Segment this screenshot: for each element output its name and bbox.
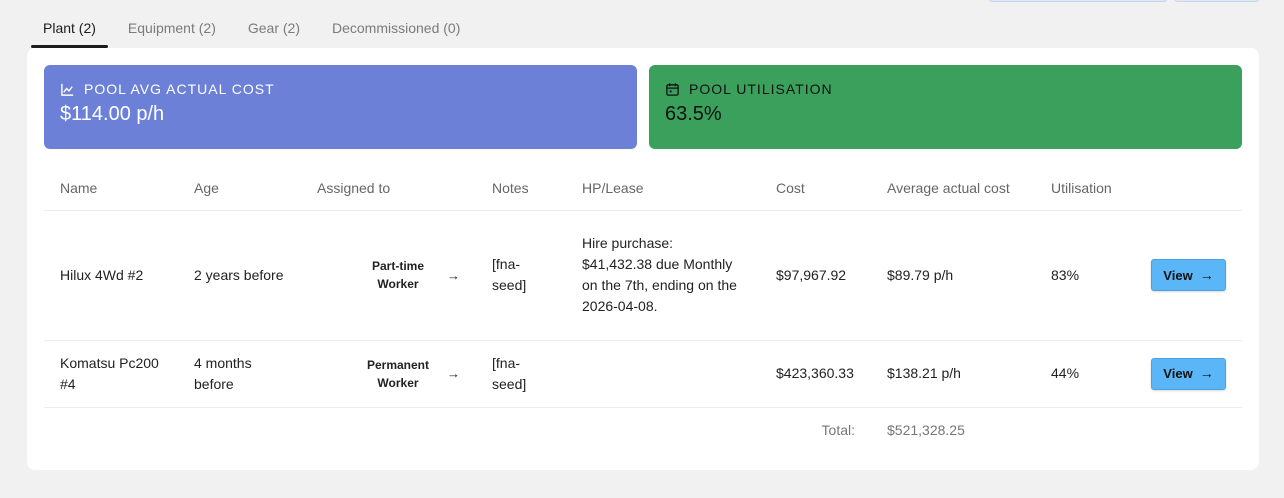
tab-equipment[interactable]: Equipment (2)	[116, 12, 228, 48]
arrow-right-icon: →	[447, 366, 460, 381]
cell-name: Komatsu Pc200 #4	[44, 340, 178, 408]
view-button[interactable]: View →	[1151, 259, 1226, 291]
cell-notes: [fna-seed]	[476, 210, 566, 341]
calendar-icon	[666, 82, 679, 96]
cell-name: Hilux 4Wd #2	[44, 210, 178, 341]
header-notes: Notes	[476, 166, 566, 211]
header-actions	[1135, 166, 1242, 211]
pool-utilisation-value: 63.5%	[665, 103, 722, 125]
table-row: Komatsu Pc200 #4 4 months before Permane…	[44, 340, 1242, 408]
tab-gear[interactable]: Gear (2)	[236, 12, 312, 48]
table-row: Hilux 4Wd #2 2 years before Part-time Wo…	[44, 210, 1242, 341]
table-total-row: Total: $521,328.25	[44, 407, 1242, 453]
cell-average-actual-cost: $89.79 p/h	[871, 210, 1035, 341]
arrow-right-icon: →	[447, 267, 460, 283]
cell-cost: $97,967.92	[760, 210, 871, 341]
header-assigned-to: Assigned to	[301, 166, 476, 211]
cell-hp-lease	[566, 340, 760, 408]
header-age: Age	[178, 166, 301, 211]
cell-action: View →	[1135, 340, 1242, 408]
pool-utilisation-stat: POOL UTILISATION 63.5%	[649, 65, 1242, 149]
cell-assigned: Permanent Worker →	[301, 340, 476, 408]
pool-avg-cost-value: $114.00 p/h	[60, 103, 165, 125]
cell-utilisation: 83%	[1035, 210, 1135, 341]
total-value: $521,328.25	[887, 421, 965, 438]
cell-cost: $423,360.33	[760, 340, 871, 408]
header-cost: Cost	[760, 166, 871, 211]
cell-average-actual-cost: $138.21 p/h	[871, 340, 1035, 408]
arrow-right-icon: →	[1199, 266, 1214, 283]
assigned-worker: Part-time Worker	[371, 259, 424, 291]
pool-avg-cost-stat: POOL AVG ACTUAL COST $114.00 p/h	[44, 65, 637, 149]
assigned-link[interactable]: Permanent Worker →	[317, 356, 460, 392]
top-button-stub-2[interactable]	[1174, 0, 1260, 2]
cell-action: View →	[1135, 210, 1242, 341]
plant-card: POOL AVG ACTUAL COST $114.00 p/h POOL UT…	[27, 48, 1259, 470]
header-average-actual-cost: Average actual cost	[871, 166, 1035, 211]
total-label: Total:	[821, 421, 855, 438]
header-name: Name	[44, 166, 178, 211]
cell-age: 2 years before	[178, 210, 301, 341]
chart-line-icon	[61, 83, 74, 96]
assigned-worker: Permanent Worker	[366, 357, 430, 390]
cell-notes: [fna-seed]	[476, 340, 566, 408]
view-button[interactable]: View →	[1151, 357, 1226, 390]
header-hp-lease: HP/Lease	[566, 166, 760, 211]
cell-age: 4 months before	[178, 340, 301, 408]
tab-plant[interactable]: Plant (2)	[31, 12, 108, 48]
pool-avg-cost-title: POOL AVG ACTUAL COST	[84, 81, 275, 97]
view-button-label: View	[1163, 267, 1193, 283]
top-button-stub-1[interactable]	[988, 0, 1168, 2]
plant-table: Name Age Assigned to Notes HP/Lease Cost…	[44, 166, 1242, 453]
assigned-link[interactable]: Part-time Worker →	[317, 257, 460, 293]
arrow-right-icon: →	[1199, 365, 1214, 381]
table-header-row: Name Age Assigned to Notes HP/Lease Cost…	[44, 166, 1242, 211]
cell-hp-lease: Hire purchase: $41,432.38 due Monthly on…	[566, 210, 760, 341]
pool-utilisation-title: POOL UTILISATION	[689, 81, 833, 97]
tab-decommissioned[interactable]: Decommissioned (0)	[320, 12, 472, 48]
cell-utilisation: 44%	[1035, 340, 1135, 408]
cell-assigned: Part-time Worker →	[301, 210, 476, 341]
view-button-label: View	[1163, 366, 1193, 381]
header-utilisation: Utilisation	[1035, 166, 1135, 211]
tab-bar: Plant (2) Equipment (2) Gear (2) Decommi…	[31, 12, 480, 48]
